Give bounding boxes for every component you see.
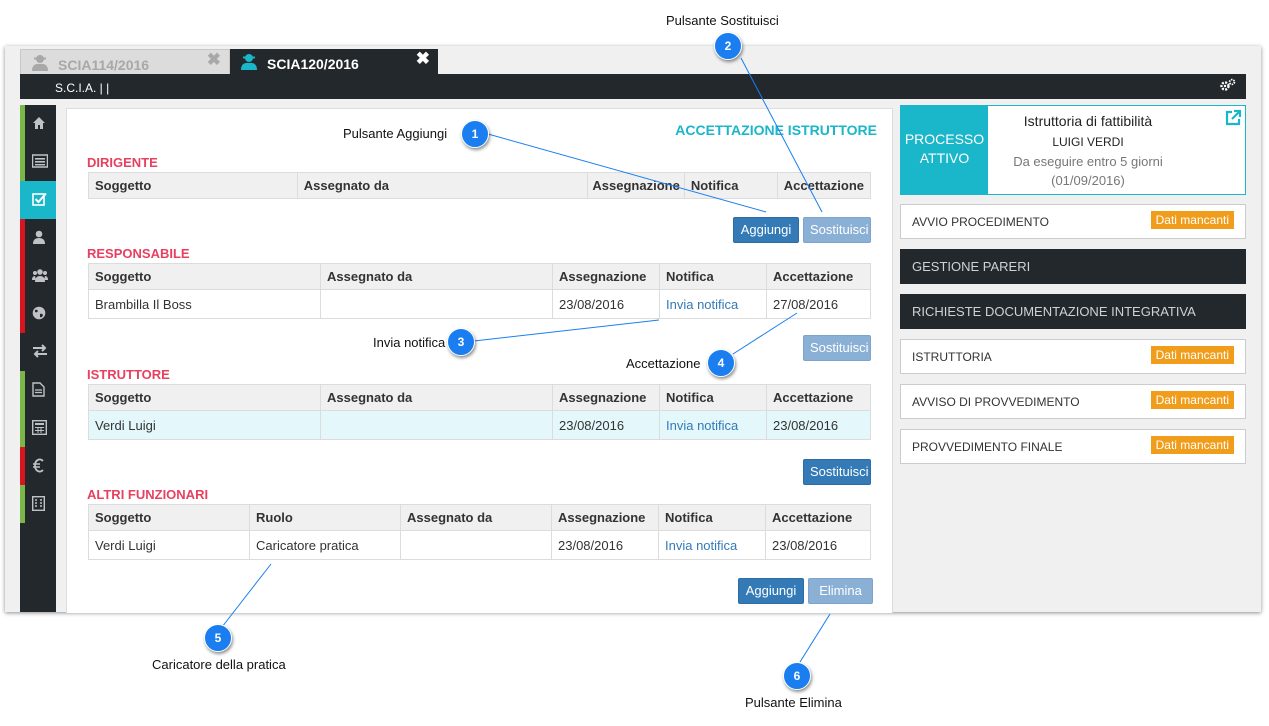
callout-number-3: 3 xyxy=(447,328,475,356)
callout-number-2: 2 xyxy=(714,32,742,60)
callout-label-3: Invia notifica xyxy=(373,335,446,350)
callout-label-1: Pulsante Aggiungi xyxy=(343,126,448,141)
callout-label-6: Pulsante Elimina xyxy=(745,695,842,710)
callout-label-5: Caricatore della pratica xyxy=(152,657,286,672)
callout-number-6: 6 xyxy=(783,662,811,690)
callout-label-4: Accettazione xyxy=(626,356,701,371)
callout-number-1: 1 xyxy=(461,120,489,148)
callout-number-4: 4 xyxy=(707,349,735,377)
callout-number-5: 5 xyxy=(204,624,232,652)
